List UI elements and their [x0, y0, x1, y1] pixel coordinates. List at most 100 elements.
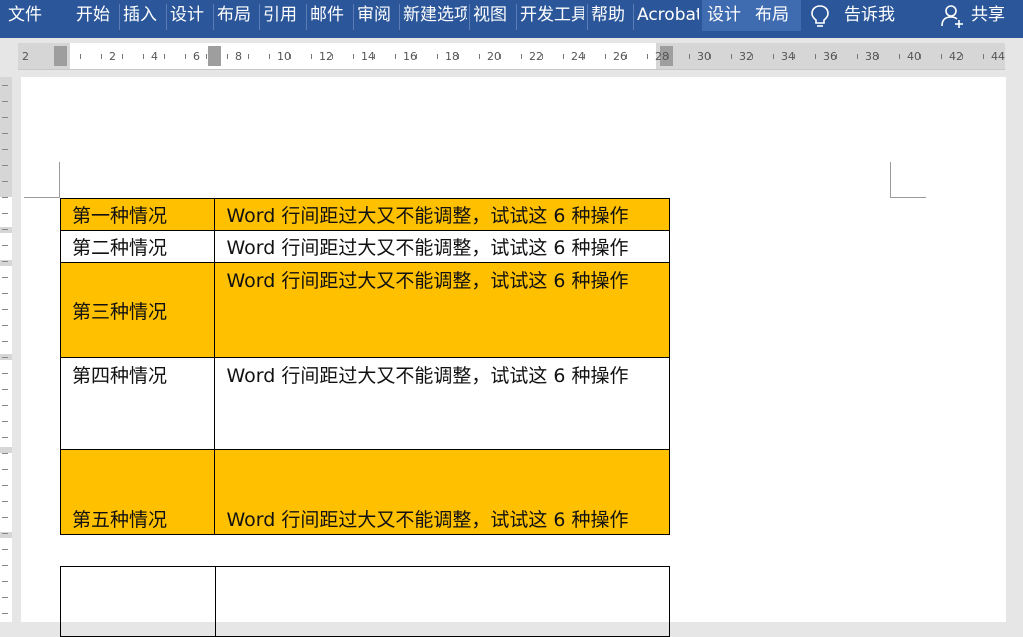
tab-divider	[119, 4, 120, 30]
tab-divider	[399, 4, 400, 30]
ruler-tick-mark	[668, 54, 669, 59]
table-row[interactable]: 第一种情况 Word 行间距过大又不能调整，试试这 6 种操作	[59, 198, 670, 231]
table-cell-label[interactable]: 第二种情况	[59, 230, 216, 263]
column-marker[interactable]	[54, 46, 67, 66]
ruler-tick-label: 32	[739, 50, 753, 63]
ruler-tick-label: 20	[487, 50, 501, 63]
ruler-tick-label: 10	[277, 50, 291, 63]
table-cell-content[interactable]: Word 行间距过大又不能调整，试试这 6 种操作	[214, 262, 670, 358]
table-cell-label[interactable]: 第三种情况	[59, 262, 216, 358]
vruler-tick-mark	[2, 293, 8, 294]
tab-divider	[306, 4, 307, 30]
ruler-tick-mark	[983, 54, 984, 59]
tab-developer[interactable]: 开发工具	[520, 0, 584, 31]
crop-mark	[24, 197, 60, 198]
ruler-tick-label: 4	[151, 50, 158, 63]
tab-table-design[interactable]: 设计	[702, 0, 753, 31]
vruler-tick-mark	[2, 261, 8, 262]
lightbulb-icon[interactable]	[810, 4, 830, 28]
ruler-tick-mark	[332, 54, 333, 59]
vruler-tick-mark	[2, 373, 8, 374]
ruler-tick-mark	[542, 54, 543, 59]
tab-table-layout[interactable]: 布局	[750, 0, 801, 31]
tab-acrobat[interactable]: Acrobat	[637, 0, 699, 31]
ruler-tick-mark	[248, 54, 249, 59]
vruler-tick-mark	[2, 245, 8, 246]
ruler-tick-mark	[143, 54, 144, 59]
tab-divider	[633, 4, 634, 30]
vruler-tick-mark	[2, 277, 8, 278]
horizontal-ruler[interactable]: 2 2 4 6 8 10 12 14 16 18 20 22 24 26 28 30 32 34 36 38 40 42 4…	[18, 43, 1005, 70]
table-row[interactable]: 第二种情况 Word 行间距过大又不能调整，试试这 6 种操作	[59, 230, 670, 263]
vruler-tick-mark	[2, 565, 8, 566]
share-button[interactable]: 共享	[971, 0, 1011, 31]
ruler-tick-label: 34	[781, 50, 795, 63]
tab-insert[interactable]: 插入	[123, 0, 163, 31]
ruler-tick-mark	[122, 54, 123, 59]
tab-divider	[213, 4, 214, 30]
table-cell-content[interactable]: Word 行间距过大又不能调整，试试这 6 种操作	[214, 198, 670, 231]
ruler-tick-mark	[815, 54, 816, 59]
tab-new-tab[interactable]: 新建选项卡	[403, 0, 467, 31]
ruler-tick-mark	[185, 54, 186, 59]
document-table[interactable]: 第一种情况 Word 行间距过大又不能调整，试试这 6 种操作 第二种情况 Wo…	[59, 198, 670, 535]
vruler-tick-mark	[2, 613, 8, 614]
vruler-tick-mark	[2, 533, 8, 534]
tell-me-search[interactable]: 告诉我	[844, 0, 904, 31]
vruler-tick-mark	[2, 309, 8, 310]
table-cell-content[interactable]: Word 行间距过大又不能调整，试试这 6 种操作	[214, 449, 670, 535]
ruler-tick-mark	[689, 54, 690, 59]
tab-divider	[516, 4, 517, 30]
ruler-tick-mark	[899, 54, 900, 59]
ruler-tick-mark	[920, 54, 921, 59]
vruler-tick-mark	[2, 101, 8, 102]
tab-layout[interactable]: 布局	[217, 0, 257, 31]
ruler-tick-mark	[269, 54, 270, 59]
vruler-tick-mark	[2, 133, 8, 134]
tab-divider	[259, 4, 260, 30]
column-marker[interactable]	[208, 46, 221, 66]
document-page[interactable]: 第一种情况 Word 行间距过大又不能调整，试试这 6 种操作 第二种情况 Wo…	[21, 77, 1006, 637]
vruler-tick-mark	[2, 357, 8, 358]
tab-view[interactable]: 视图	[473, 0, 513, 31]
table-row[interactable]	[60, 566, 671, 637]
table-cell-empty[interactable]	[214, 566, 671, 637]
ruler-tick-label: 2	[22, 50, 29, 63]
table-cell-empty[interactable]	[60, 566, 216, 637]
ruler-tick-mark	[941, 54, 942, 59]
tab-references[interactable]: 引用	[263, 0, 303, 31]
row-marker[interactable]	[0, 227, 12, 233]
vertical-ruler[interactable]	[0, 77, 12, 622]
ruler-tick-mark	[626, 54, 627, 59]
vruler-tick-mark	[2, 197, 8, 198]
table-cell-label[interactable]: 第五种情况	[59, 449, 216, 535]
tab-mailings[interactable]: 邮件	[310, 0, 350, 31]
ruler-tick-mark	[416, 54, 417, 59]
ruler-tick-mark	[437, 54, 438, 59]
vruler-tick-mark	[2, 469, 8, 470]
tab-review[interactable]: 审阅	[357, 0, 397, 31]
ruler-tick-label: 12	[319, 50, 333, 63]
second-table[interactable]	[60, 566, 671, 637]
tab-design[interactable]: 设计	[170, 0, 210, 31]
ruler-tick-mark	[311, 54, 312, 59]
tab-file[interactable]: 文件	[8, 0, 52, 31]
table-row[interactable]: 第三种情况 Word 行间距过大又不能调整，试试这 6 种操作	[59, 262, 670, 358]
tab-help[interactable]: 帮助	[591, 0, 631, 31]
table-cell-label[interactable]: 第一种情况	[59, 198, 216, 231]
ruler-margin-top	[0, 77, 12, 197]
table-row[interactable]: 第五种情况 Word 行间距过大又不能调整，试试这 6 种操作	[59, 449, 670, 535]
ruler-tick-label: 26	[613, 50, 627, 63]
table-cell-label[interactable]: 第四种情况	[59, 357, 216, 450]
ruler-tick-mark	[878, 54, 879, 59]
vruler-tick-mark	[2, 85, 8, 86]
table-row[interactable]: 第四种情况 Word 行间距过大又不能调整，试试这 6 种操作	[59, 357, 670, 450]
table-cell-content[interactable]: Word 行间距过大又不能调整，试试这 6 种操作	[214, 357, 670, 450]
ruler-tick-label: 2	[109, 50, 116, 63]
user-plus-icon[interactable]	[940, 3, 966, 29]
vruler-tick-mark	[2, 213, 8, 214]
ruler-tick-mark	[836, 54, 837, 59]
table-cell-content[interactable]: Word 行间距过大又不能调整，试试这 6 种操作	[214, 230, 670, 263]
tab-home[interactable]: 开始	[76, 0, 116, 31]
ruler-tick-label: 16	[403, 50, 417, 63]
